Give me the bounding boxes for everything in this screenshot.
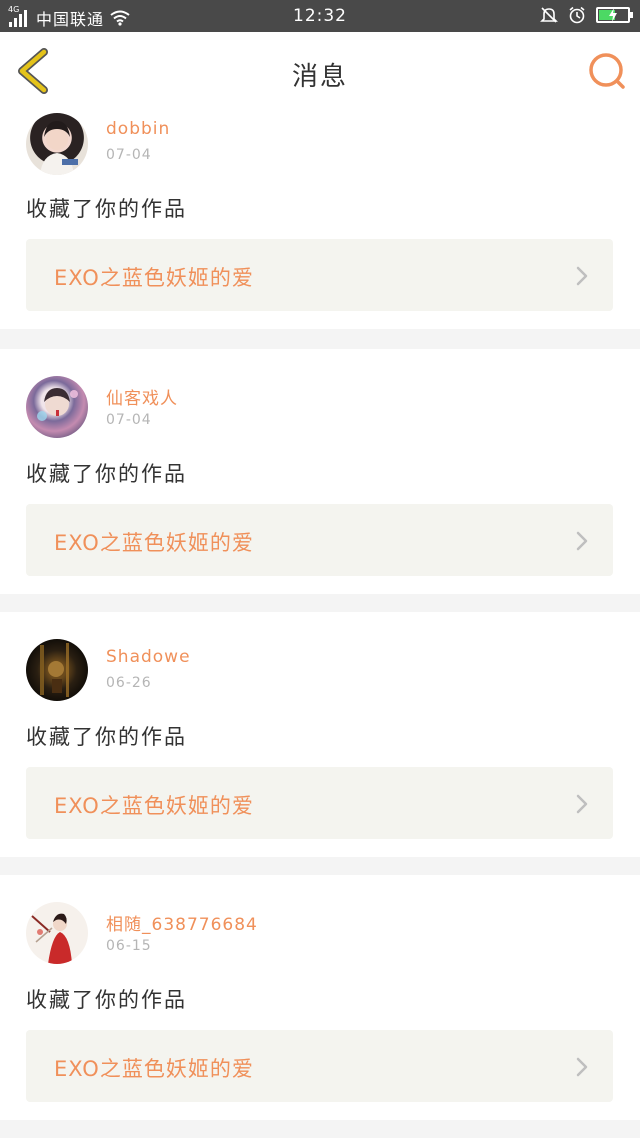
- message-date: 07-04: [106, 412, 152, 428]
- chevron-right-icon: [575, 265, 589, 287]
- message-date: 06-15: [106, 938, 152, 954]
- action-text: 收藏了你的作品: [26, 988, 187, 1012]
- message-item: 仙客戏人 07-04 收藏了你的作品 EXO之蓝色妖姬的爱: [0, 349, 640, 594]
- search-icon: [589, 53, 625, 89]
- message-date: 07-04: [106, 147, 152, 163]
- avatar[interactable]: [26, 376, 88, 438]
- page-title: 消息: [291, 62, 348, 92]
- message-date: 06-26: [106, 675, 152, 691]
- chevron-right-icon: [575, 793, 589, 815]
- work-link[interactable]: EXO之蓝色妖姬的爱: [26, 1030, 613, 1102]
- action-text: 收藏了你的作品: [26, 462, 187, 486]
- app-header: 消息: [0, 32, 640, 110]
- status-bar: 4G 中国联通 12:32: [0, 0, 640, 32]
- username[interactable]: 相随_638776684: [106, 910, 258, 935]
- work-link[interactable]: EXO之蓝色妖姬的爱: [26, 767, 613, 839]
- action-text: 收藏了你的作品: [26, 197, 187, 221]
- avatar[interactable]: [26, 639, 88, 701]
- work-title: EXO之蓝色妖姬的爱: [54, 531, 254, 555]
- username[interactable]: 仙客戏人: [106, 384, 178, 409]
- message-item: Shadowe 06-26 收藏了你的作品 EXO之蓝色妖姬的爱: [0, 612, 640, 857]
- avatar-image: [40, 643, 69, 697]
- work-title: EXO之蓝色妖姬的爱: [54, 794, 254, 818]
- message-item: dobbin 07-04 收藏了你的作品 EXO之蓝色妖姬的爱: [0, 109, 640, 329]
- alarm-icon: [569, 6, 585, 24]
- avatar-image: [40, 121, 78, 175]
- work-title: EXO之蓝色妖姬的爱: [54, 1057, 254, 1081]
- avatar[interactable]: [26, 113, 88, 175]
- search-button[interactable]: [586, 50, 628, 92]
- chevron-right-icon: [575, 530, 589, 552]
- avatar[interactable]: [26, 902, 88, 964]
- battery-icon: [596, 7, 633, 23]
- work-title: EXO之蓝色妖姬的爱: [54, 266, 254, 290]
- bell-muted-icon: [540, 7, 558, 23]
- work-link[interactable]: EXO之蓝色妖姬的爱: [26, 504, 613, 576]
- avatar-image: [37, 388, 78, 421]
- status-right: [540, 6, 633, 24]
- username[interactable]: Shadowe: [106, 647, 191, 667]
- action-text: 收藏了你的作品: [26, 725, 187, 749]
- chevron-right-icon: [575, 1056, 589, 1078]
- message-item: 相随_638776684 06-15 收藏了你的作品 EXO之蓝色妖姬的爱: [0, 875, 640, 1120]
- avatar-image: [31, 913, 72, 964]
- work-link[interactable]: EXO之蓝色妖姬的爱: [26, 239, 613, 311]
- username[interactable]: dobbin: [106, 119, 170, 139]
